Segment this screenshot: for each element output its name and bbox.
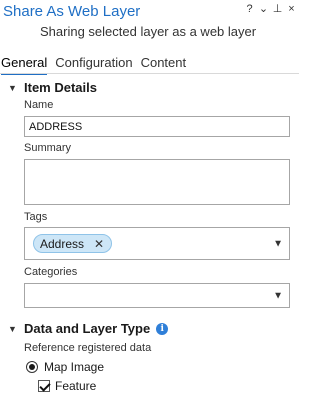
- tab-content[interactable]: Content: [141, 52, 187, 75]
- tags-label: Tags: [24, 211, 48, 223]
- pane-subtitle: Sharing selected layer as a web layer: [40, 24, 257, 39]
- tab-general[interactable]: General: [1, 52, 48, 75]
- pin-icon[interactable]: ⊥: [272, 2, 283, 16]
- close-icon[interactable]: ×: [286, 2, 297, 16]
- chevron-down-icon[interactable]: ▼: [273, 290, 283, 301]
- tag-chip: Address ✕: [33, 234, 113, 253]
- summary-field[interactable]: [24, 159, 290, 205]
- categories-field[interactable]: ▼: [24, 283, 290, 308]
- data-layer-type-header[interactable]: ▼ Data and Layer Type i: [8, 321, 169, 336]
- tab-bar: General Configuration Content: [0, 52, 194, 75]
- name-value: ADDRESS: [29, 121, 83, 133]
- feature-label: Feature: [55, 379, 97, 393]
- pane-title: Share As Web Layer: [3, 3, 141, 20]
- feature-checkbox[interactable]: [38, 380, 50, 392]
- info-icon[interactable]: i: [156, 322, 169, 335]
- categories-label: Categories: [24, 266, 78, 278]
- chevron-down-icon[interactable]: ▼: [8, 83, 20, 93]
- name-label: Name: [24, 99, 54, 111]
- help-icon[interactable]: ?: [244, 2, 255, 16]
- remove-tag-icon[interactable]: ✕: [94, 237, 104, 251]
- feature-option[interactable]: Feature: [38, 379, 96, 393]
- name-field[interactable]: ADDRESS: [24, 116, 290, 137]
- map-image-radio[interactable]: [26, 361, 38, 373]
- tab-configuration[interactable]: Configuration: [55, 52, 132, 75]
- reference-registered-data-label: Reference registered data: [24, 342, 152, 354]
- item-details-heading: Item Details: [24, 80, 97, 95]
- summary-label: Summary: [24, 142, 72, 154]
- item-details-header[interactable]: ▼ Item Details: [8, 80, 97, 95]
- menu-chevron-icon[interactable]: ⌄: [258, 2, 269, 16]
- tab-divider: [0, 73, 299, 74]
- map-image-label: Map Image: [44, 360, 105, 374]
- chevron-down-icon[interactable]: ▼: [273, 238, 283, 249]
- chevron-down-icon[interactable]: ▼: [8, 324, 20, 334]
- tags-field[interactable]: Address ✕ ▼: [24, 227, 290, 260]
- title-controls: ? ⌄ ⊥ ×: [244, 2, 297, 16]
- map-image-option[interactable]: Map Image: [26, 360, 104, 374]
- tag-chip-label: Address: [40, 236, 85, 251]
- data-layer-type-heading: Data and Layer Type: [24, 321, 151, 336]
